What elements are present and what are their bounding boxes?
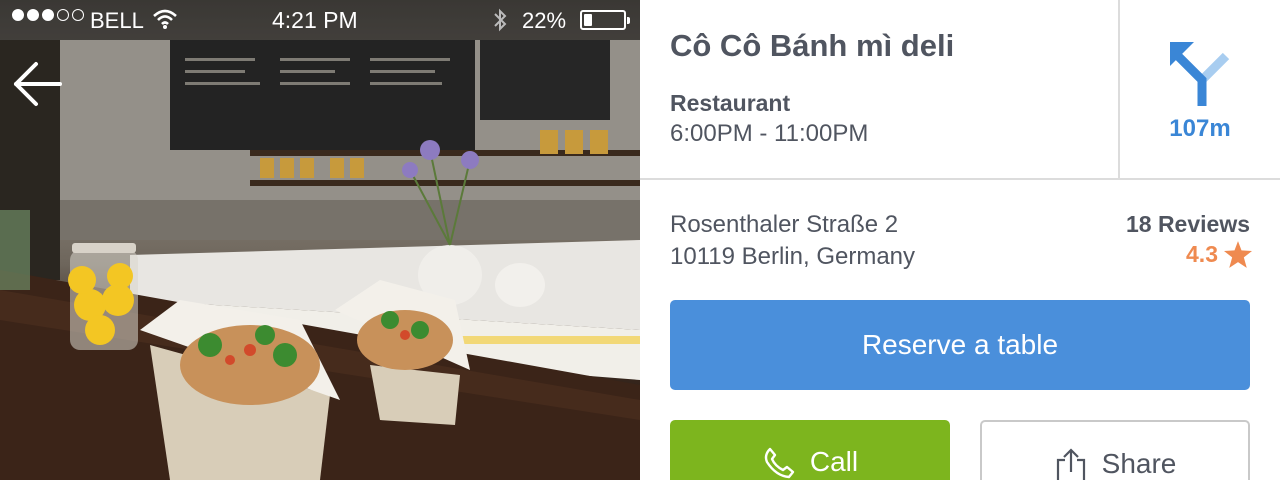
place-name: Cô Cô Bánh mì deli [670, 28, 955, 63]
reserve-label: Reserve a table [861, 329, 1059, 360]
place-header: Cô Cô Bánh mì deli Restaurant 6:00PM - 1… [640, 0, 1280, 180]
back-arrow-icon [14, 62, 62, 106]
battery-nub [627, 17, 630, 24]
signal-dot-empty [72, 9, 84, 21]
share-icon [1056, 448, 1085, 480]
rating: 4.3 [1186, 241, 1252, 268]
distance-label: 107m [1169, 115, 1231, 142]
status-time: 4:21 PM [272, 7, 358, 33]
back-button[interactable] [12, 60, 64, 108]
signal-dot-full [12, 9, 24, 21]
turn-left-icon [1170, 42, 1230, 106]
address-street: Rosenthaler Straße 2 [670, 211, 899, 238]
place-details-panel: Cô Cô Bánh mì deli Restaurant 6:00PM - 1… [640, 0, 1280, 480]
status-bar: BELL 4:21 PM 22% [0, 0, 640, 40]
opening-hours: 6:00PM - 11:00PM [670, 120, 869, 147]
battery-level [584, 14, 593, 26]
signal-strength-icon [12, 9, 84, 21]
battery-percent: 22% [522, 8, 567, 33]
rating-value: 4.3 [1186, 241, 1218, 267]
reserve-table-button[interactable]: Reserve a table [670, 300, 1250, 390]
carrier-name: BELL [90, 8, 144, 33]
address-city: 10119 Berlin, Germany [670, 243, 916, 270]
call-label: Call [809, 446, 859, 477]
battery-icon [580, 10, 630, 30]
star-icon [1224, 241, 1252, 268]
reviews-link[interactable]: 18 Reviews [1126, 211, 1250, 238]
share-button[interactable]: Share [980, 420, 1250, 480]
signal-dot-full [27, 9, 39, 21]
share-label: Share [1101, 448, 1177, 479]
signal-dot-full [42, 9, 54, 21]
directions-button[interactable]: 107m [1120, 0, 1280, 180]
signal-dot-empty [57, 9, 69, 21]
restaurant-photo: BELL 4:21 PM 22% [0, 0, 640, 480]
restaurant-photo-illustration [0, 40, 640, 480]
place-category: Restaurant [670, 90, 791, 116]
phone-icon [764, 447, 795, 479]
call-button[interactable]: Call [670, 420, 950, 480]
